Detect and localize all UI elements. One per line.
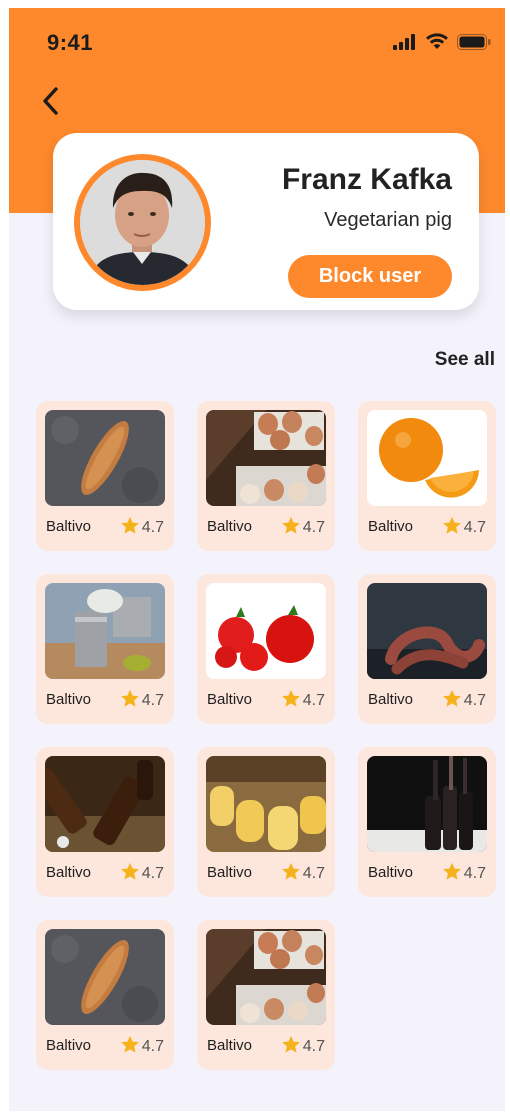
- product-rating: 4.7: [120, 689, 164, 713]
- profile-card: Franz Kafka Vegetarian pig Block user: [53, 133, 479, 310]
- star-icon: [120, 862, 140, 886]
- product-name: Baltivo: [207, 518, 253, 535]
- star-icon: [120, 689, 140, 713]
- block-user-button[interactable]: Block user: [288, 255, 452, 298]
- product-card[interactable]: Baltivo 4.7: [36, 574, 174, 724]
- star-icon: [442, 689, 462, 713]
- product-card[interactable]: Baltivo 4.7: [197, 401, 335, 551]
- star-icon: [281, 516, 301, 540]
- product-image-eggs: [206, 410, 326, 506]
- rating-value: 4.7: [141, 519, 164, 536]
- product-card[interactable]: Baltivo 4.7: [358, 574, 496, 724]
- user-profile-screen: 9:41 Franz Kafka Vegetarian pig Block us…: [9, 8, 505, 1111]
- product-card[interactable]: Baltivo 4.7: [197, 920, 335, 1070]
- wifi-icon: [425, 33, 449, 50]
- rating-value: 4.7: [302, 865, 325, 882]
- rating-value: 4.7: [302, 692, 325, 709]
- product-name: Baltivo: [207, 864, 253, 881]
- product-name: Baltivo: [207, 691, 253, 708]
- rating-value: 4.7: [141, 865, 164, 882]
- star-icon: [120, 516, 140, 540]
- product-rating: 4.7: [281, 689, 325, 713]
- product-image-cheese-wheels: [206, 756, 326, 852]
- product-image-eggs: [206, 929, 326, 1025]
- product-rating: 4.7: [120, 1035, 164, 1059]
- product-rating: 4.7: [442, 516, 486, 540]
- product-name: Baltivo: [46, 864, 92, 881]
- product-rating: 4.7: [442, 689, 486, 713]
- product-card[interactable]: Baltivo 4.7: [358, 747, 496, 897]
- product-card[interactable]: Baltivo 4.7: [36, 747, 174, 897]
- product-image-orange: [367, 410, 487, 506]
- profile-subtitle: Vegetarian pig: [324, 209, 452, 231]
- product-card[interactable]: Baltivo 4.7: [197, 574, 335, 724]
- status-time: 9:41: [47, 30, 94, 55]
- product-card[interactable]: Baltivo 4.7: [36, 401, 174, 551]
- product-name: Baltivo: [46, 691, 92, 708]
- product-image-bread-loaf: [45, 410, 165, 506]
- back-button[interactable]: [35, 86, 65, 120]
- product-image-tomatoes: [206, 583, 326, 679]
- product-name: Baltivo: [46, 518, 92, 535]
- product-card[interactable]: Baltivo 4.7: [36, 920, 174, 1070]
- battery-icon: [457, 33, 491, 50]
- product-image-canned-food: [45, 583, 165, 679]
- star-icon: [442, 862, 462, 886]
- star-icon: [442, 516, 462, 540]
- product-rating: 4.7: [281, 516, 325, 540]
- star-icon: [281, 1035, 301, 1059]
- product-card[interactable]: Baltivo 4.7: [197, 747, 335, 897]
- avatar: [74, 154, 211, 291]
- see-all-link[interactable]: See all: [435, 349, 495, 371]
- product-image-beer-bottles: [45, 756, 165, 852]
- product-card[interactable]: Baltivo 4.7: [358, 401, 496, 551]
- product-image-bread-loaf: [45, 929, 165, 1025]
- product-image-sausages: [367, 583, 487, 679]
- rating-value: 4.7: [141, 1038, 164, 1055]
- rating-value: 4.7: [302, 1038, 325, 1055]
- avatar-photo: [80, 160, 205, 285]
- product-name: Baltivo: [368, 518, 414, 535]
- product-name: Baltivo: [368, 691, 414, 708]
- product-name: Baltivo: [46, 1037, 92, 1054]
- rating-value: 4.7: [463, 692, 486, 709]
- rating-value: 4.7: [141, 692, 164, 709]
- status-icons: [393, 33, 491, 50]
- profile-name: Franz Kafka: [281, 163, 452, 196]
- star-icon: [281, 862, 301, 886]
- product-image-wine-bottles: [367, 756, 487, 852]
- rating-value: 4.7: [302, 519, 325, 536]
- product-rating: 4.7: [120, 516, 164, 540]
- product-name: Baltivo: [368, 864, 414, 881]
- product-rating: 4.7: [120, 862, 164, 886]
- rating-value: 4.7: [463, 865, 486, 882]
- product-name: Baltivo: [207, 1037, 253, 1054]
- rating-value: 4.7: [463, 519, 486, 536]
- product-rating: 4.7: [281, 862, 325, 886]
- star-icon: [120, 1035, 140, 1059]
- product-rating: 4.7: [442, 862, 486, 886]
- signal-icon: [393, 33, 417, 50]
- product-rating: 4.7: [281, 1035, 325, 1059]
- chevron-left-icon: [40, 86, 60, 121]
- star-icon: [281, 689, 301, 713]
